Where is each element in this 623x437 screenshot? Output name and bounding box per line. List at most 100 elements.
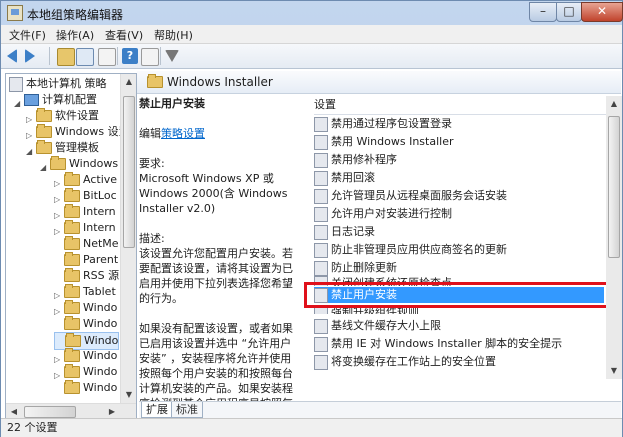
tree-node[interactable]: Windo (54, 380, 117, 396)
tree-node-label: Parent (83, 253, 119, 266)
settings-column-header[interactable]: 设置 (314, 96, 614, 115)
tree-node[interactable]: ▷ Intern (54, 204, 116, 220)
tree-node[interactable]: ▷ Windows 设置 (26, 124, 130, 140)
tree-node[interactable]: NetMe (54, 236, 119, 252)
menu-action[interactable]: 操作(A) (56, 27, 94, 43)
tree-node-label: Active (83, 173, 118, 186)
minimize-button[interactable]: – (529, 2, 557, 22)
back-arrow-icon[interactable] (7, 49, 17, 63)
policy-setting-icon (314, 336, 328, 352)
scroll-thumb[interactable] (608, 116, 620, 258)
tree-node[interactable]: ◢ 管理模板 (26, 140, 99, 156)
tree-node[interactable]: ▷ Intern (54, 220, 116, 236)
tree-node[interactable]: RSS 源 (54, 268, 119, 284)
folder-icon (64, 188, 80, 202)
folder-icon (64, 204, 80, 218)
setting-label: 禁用 IE 对 Windows Installer 脚本的安全提示 (331, 337, 563, 350)
close-button[interactable]: ✕ (581, 2, 623, 22)
collapse-triangle-icon[interactable]: ◢ (40, 160, 48, 172)
tree-node-root[interactable]: 本地计算机 策略 (9, 76, 107, 92)
setting-row[interactable]: 禁用修补程序 (314, 152, 397, 168)
expand-triangle-icon[interactable]: ▷ (54, 176, 62, 188)
folder-icon (64, 364, 80, 378)
tree-node[interactable]: ▷ BitLoc (54, 188, 117, 204)
setting-label: 将变换缓存在工作站上的安全位置 (331, 355, 496, 368)
folder-icon (64, 268, 80, 282)
scroll-up-icon[interactable]: ▲ (606, 96, 622, 112)
expand-triangle-icon[interactable]: ▷ (54, 224, 62, 236)
setting-row[interactable]: 防止删除更新 (314, 260, 397, 276)
folder-header: Windows Installer (137, 71, 621, 94)
tree-node[interactable]: ▷ Active (54, 172, 117, 188)
expand-triangle-icon[interactable]: ▷ (54, 208, 62, 220)
view-icon[interactable] (141, 48, 159, 66)
folder-header-title: Windows Installer (167, 75, 273, 89)
description-text: 该设置允许您配置用户安装。若要配置该设置，请将其设置为已启用并使用下拉列表选择您… (139, 247, 293, 305)
tree-node-label: BitLoc (83, 189, 117, 202)
setting-row[interactable]: 禁用通过程序包设置登录 (314, 116, 452, 132)
tree-node-label: Windo (84, 334, 119, 347)
scroll-up-icon[interactable]: ▲ (121, 74, 136, 90)
tree-node[interactable]: ▷ Windo (54, 348, 117, 364)
tree-node-computer-config[interactable]: ◢ 计算机配置 (14, 92, 97, 108)
description-label: 描述: (139, 232, 165, 245)
export-list-icon[interactable] (98, 48, 116, 66)
policy-setting-icon (314, 354, 328, 370)
collapse-triangle-icon[interactable]: ◢ (26, 144, 34, 156)
tree-node-label: 本地计算机 策略 (26, 77, 107, 90)
expand-triangle-icon[interactable]: ▷ (54, 368, 62, 380)
folder-icon (50, 156, 66, 170)
setting-row[interactable]: 日志记录 (314, 224, 375, 240)
expand-triangle-icon[interactable]: ▷ (54, 304, 62, 316)
expand-triangle-icon[interactable]: ▷ (54, 352, 62, 364)
collapse-triangle-icon[interactable]: ◢ (14, 96, 22, 108)
tree-node[interactable]: ▷ Windo (54, 364, 117, 380)
scroll-thumb[interactable] (123, 96, 135, 248)
setting-row[interactable]: 禁用 Windows Installer (314, 134, 454, 150)
tree-node[interactable]: ◢ Windows (40, 156, 118, 172)
show-tree-icon[interactable] (76, 48, 94, 66)
policy-setting-icon (314, 170, 328, 186)
view-tabs: 扩展 标准 (139, 401, 621, 419)
setting-row[interactable]: 禁用 IE 对 Windows Installer 脚本的安全提示 (314, 336, 562, 352)
maximize-button[interactable]: □ (556, 2, 582, 22)
filter-icon[interactable] (165, 50, 179, 62)
scroll-down-icon[interactable]: ▼ (121, 387, 136, 403)
tree-node[interactable]: Parent (54, 252, 118, 268)
highlight-annotation-box (304, 282, 610, 308)
scroll-down-icon[interactable]: ▼ (606, 363, 622, 379)
setting-row[interactable]: 防止非管理员应用供应商签名的更新 (314, 242, 507, 258)
forward-arrow-icon[interactable] (25, 49, 35, 63)
tab-extended[interactable]: 扩展 (141, 402, 173, 418)
tree-node[interactable]: ▷ Tablet (54, 284, 116, 300)
setting-row[interactable]: 禁用回滚 (314, 170, 375, 186)
tree-node-label: 软件设置 (55, 109, 99, 122)
expand-triangle-icon[interactable]: ▷ (26, 128, 34, 140)
tab-standard[interactable]: 标准 (171, 402, 203, 418)
menu-help[interactable]: 帮助(H) (154, 27, 193, 43)
gpedit-app-icon (7, 5, 23, 21)
computer-icon (24, 94, 39, 106)
tree-vertical-scrollbar[interactable]: ▲ ▼ (120, 74, 136, 403)
menu-file[interactable]: 文件(F) (9, 27, 46, 43)
expand-triangle-icon[interactable]: ▷ (54, 192, 62, 204)
help-icon[interactable]: ? (122, 48, 138, 64)
scroll-thumb[interactable] (24, 406, 76, 418)
expand-triangle-icon[interactable]: ▷ (26, 112, 34, 124)
toolbar: ? (1, 44, 622, 69)
up-folder-icon[interactable] (57, 48, 75, 66)
setting-row[interactable]: 允许管理员从远程桌面服务会话安装 (314, 188, 507, 204)
menu-view[interactable]: 查看(V) (105, 27, 143, 43)
folder-icon (64, 284, 80, 298)
policy-setting-icon (314, 152, 328, 168)
setting-row[interactable]: 允许用户对安装进行控制 (314, 206, 452, 222)
tree-node[interactable]: Windo (54, 316, 117, 332)
setting-row[interactable]: 基线文件缓存大小上限 (314, 318, 441, 334)
edit-policy-link[interactable]: 策略设置 (161, 127, 205, 140)
settings-vertical-scrollbar[interactable]: ▲ ▼ (606, 96, 622, 379)
expand-triangle-icon[interactable]: ▷ (54, 288, 62, 300)
tree-node[interactable]: ▷ 软件设置 (26, 108, 99, 124)
tree-node-label: Windo (83, 365, 118, 378)
setting-row[interactable]: 将变换缓存在工作站上的安全位置 (314, 354, 496, 370)
tree-node[interactable]: ▷ Windo (54, 300, 117, 316)
